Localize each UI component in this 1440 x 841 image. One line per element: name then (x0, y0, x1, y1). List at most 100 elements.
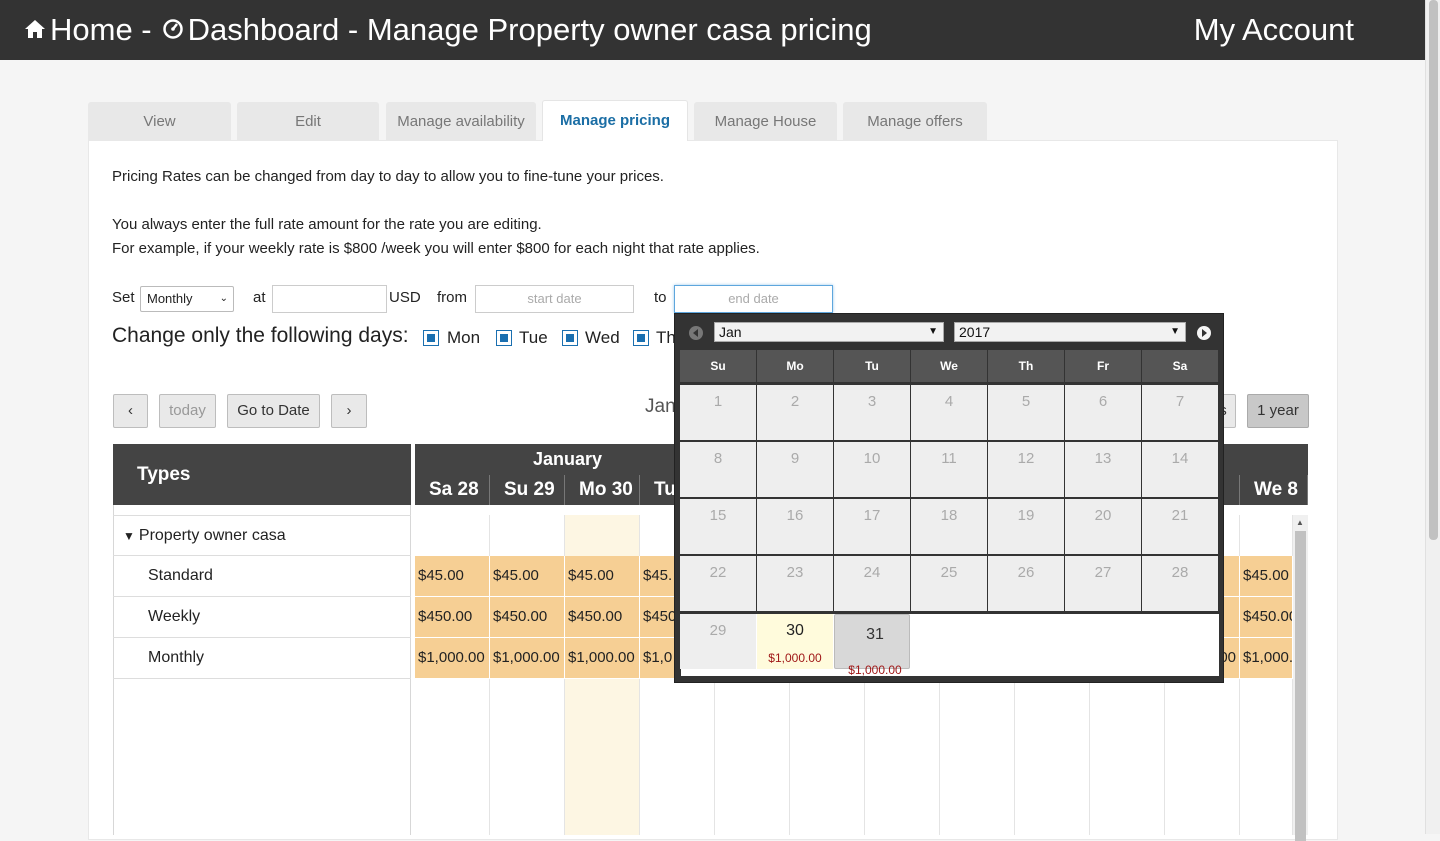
calendar-day-disabled: 2 (757, 385, 833, 440)
weekday-header: Tu (834, 350, 910, 382)
calendar-day-disabled: 19 (988, 499, 1064, 554)
group-row[interactable]: ▼ Property owner casa (113, 515, 411, 556)
checkbox-wed-label: Wed (585, 328, 620, 347)
tab-manage-availability[interactable]: Manage availability (386, 102, 536, 141)
type-row-weekly: Weekly (113, 597, 411, 638)
checkbox-tue-label: Tue (519, 328, 548, 347)
calendar-day[interactable]: 30 $1,000.00 (757, 614, 833, 669)
weekday-header: Fr (1065, 350, 1141, 382)
calendar-day-disabled: 16 (757, 499, 833, 554)
calendar-day-disabled: 6 (1065, 385, 1141, 440)
type-label: Monthly (148, 649, 205, 666)
rate-cell[interactable]: $450.00 (490, 597, 565, 638)
rate-cell[interactable]: $1,000.00 (565, 638, 640, 679)
rate-cell[interactable]: $450.00 (565, 597, 640, 638)
calendar-day-disabled: 24 (834, 556, 910, 611)
type-label: Standard (148, 567, 213, 584)
rate-type-select[interactable]: Monthly ⌄ (140, 286, 234, 312)
calendar-day-disabled: 13 (1065, 442, 1141, 497)
chevron-down-icon: ▼ (1170, 326, 1180, 337)
day-header: We 8 (1240, 475, 1308, 505)
calendar-day-disabled: 9 (757, 442, 833, 497)
set-label: Set (112, 289, 135, 306)
from-label: from (437, 289, 467, 306)
rate-cell[interactable]: $45.00 (1240, 556, 1293, 597)
view-1-year-button[interactable]: 1 year (1247, 394, 1309, 428)
calendar-day-disabled: 18 (911, 499, 987, 554)
rate-type-value: Monthly (147, 291, 193, 306)
tab-manage-pricing[interactable]: Manage pricing (542, 100, 688, 141)
at-label: at (253, 289, 266, 306)
home-link[interactable]: Home - (50, 10, 152, 50)
my-account-link[interactable]: My Account (1194, 10, 1354, 50)
checkbox-thu[interactable] (633, 330, 649, 346)
weekday-header: Sa (1142, 350, 1218, 382)
calendar-day-disabled: 14 (1142, 442, 1218, 497)
checkbox-mon[interactable] (423, 330, 439, 346)
caret-down-icon[interactable]: ▼ (123, 529, 135, 543)
calendar-day-disabled: 22 (680, 556, 756, 611)
days-heading: Change only the following days: (112, 324, 409, 347)
rate-cell[interactable]: $45.00 (565, 556, 640, 597)
checkbox-wed[interactable] (562, 330, 578, 346)
type-row-monthly: Monthly (113, 638, 411, 679)
rate-cell[interactable]: $1,000.00 (415, 638, 490, 679)
rate-cell[interactable]: $1,000. (1240, 638, 1293, 679)
calendar-day-disabled: 12 (988, 442, 1064, 497)
year-select[interactable]: 2017 ▼ (954, 322, 1186, 342)
calendar-day-disabled: 17 (834, 499, 910, 554)
calendar-day-disabled: 5 (988, 385, 1064, 440)
weekday-header: Su (680, 350, 756, 382)
rate-cell[interactable]: $45.00 (415, 556, 490, 597)
checkbox-tue[interactable] (496, 330, 512, 346)
tab-view[interactable]: View (88, 102, 231, 141)
rate-cell[interactable]: $1,000.00 (490, 638, 565, 679)
home-icon[interactable] (24, 10, 50, 50)
rate-cell[interactable]: $450.00 (415, 597, 490, 638)
calendar-day-disabled: 15 (680, 499, 756, 554)
dashboard-icon (162, 10, 188, 50)
grid-scrollbar[interactable]: ▲ (1293, 515, 1308, 841)
calendar-day-number: 31 (866, 626, 884, 643)
range-title: Jan (645, 396, 676, 417)
rate-cell[interactable]: $450.00 (1240, 597, 1293, 638)
tab-manage-house[interactable]: Manage House (694, 102, 837, 141)
calendar-day[interactable]: 31 $1,000.00 (834, 614, 910, 677)
calendar-day-disabled: 29 (680, 614, 756, 669)
intro-line-3: For example, if your weekly rate is $800… (112, 240, 760, 257)
day-header: Su 29 (490, 475, 565, 505)
today-button[interactable]: today (159, 394, 216, 428)
calendar-day-disabled: 28 (1142, 556, 1218, 611)
intro-line-2: You always enter the full rate amount fo… (112, 216, 542, 233)
prev-button[interactable]: ‹ (113, 394, 148, 428)
type-row-standard: Standard (113, 556, 411, 597)
dashboard-title[interactable]: Dashboard - Manage Property owner casa p… (188, 10, 872, 50)
checkbox-thu-label: Th (656, 328, 676, 347)
next-month-icon[interactable] (1197, 326, 1211, 340)
day-header: Sa 28 (415, 475, 490, 505)
calendar-day-disabled: 3 (834, 385, 910, 440)
start-date-input[interactable]: start date (475, 285, 634, 313)
calendar-day-disabled: 8 (680, 442, 756, 497)
month-select[interactable]: Jan ▼ (714, 322, 944, 342)
page-scrollbar-thumb[interactable] (1429, 0, 1438, 540)
next-button[interactable]: › (331, 394, 367, 428)
end-date-input[interactable]: end date (674, 285, 833, 313)
datepicker: Jan ▼ 2017 ▼ Su Mo Tu We Th Fr Sa 1 2 3 4 5 6 7 8 9 10 11… (674, 313, 1224, 683)
go-to-date-button[interactable]: Go to Date (227, 394, 320, 428)
rate-cell[interactable]: $45.00 (490, 556, 565, 597)
tab-edit[interactable]: Edit (237, 102, 379, 141)
scroll-up-icon[interactable]: ▲ (1296, 518, 1304, 527)
calendar-day-disabled: 27 (1065, 556, 1141, 611)
amount-input[interactable] (272, 285, 387, 313)
calendar-day-disabled: 23 (757, 556, 833, 611)
types-heading: Types (113, 444, 411, 505)
page-scrollbar[interactable] (1425, 0, 1440, 834)
page-title: Home - Dashboard - Manage Property owner… (24, 10, 872, 50)
tab-manage-offers[interactable]: Manage offers (843, 102, 987, 141)
prev-month-icon[interactable] (689, 326, 703, 340)
weekday-header: We (911, 350, 987, 382)
grid-scrollbar-thumb[interactable] (1295, 531, 1306, 841)
year-select-value: 2017 (959, 324, 991, 340)
calendar-day-price: $1,000.00 (768, 651, 822, 665)
